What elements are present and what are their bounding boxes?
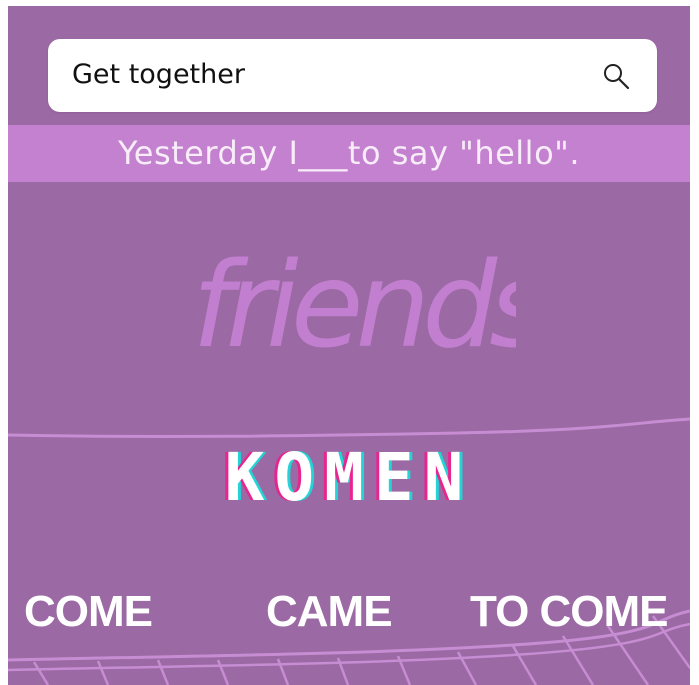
option-to-come[interactable]: TO COME (470, 586, 669, 638)
option-come[interactable]: COME (24, 586, 153, 638)
search-input-text[interactable]: Get together (72, 58, 245, 92)
friends-doodle-text: friends (192, 236, 516, 374)
brand-logo: KOMEN (224, 439, 474, 516)
option-came[interactable]: CAME (266, 586, 393, 638)
search-bar[interactable]: Get together (48, 39, 657, 112)
question-band: Yesterday I___to say "hello". (8, 125, 690, 182)
quiz-card: Get together Yesterday I___to say "hello… (8, 6, 690, 685)
search-icon[interactable] (601, 61, 631, 91)
friends-doodle: friends (192, 236, 516, 374)
question-text: Yesterday I___to say "hello". (117, 134, 581, 172)
